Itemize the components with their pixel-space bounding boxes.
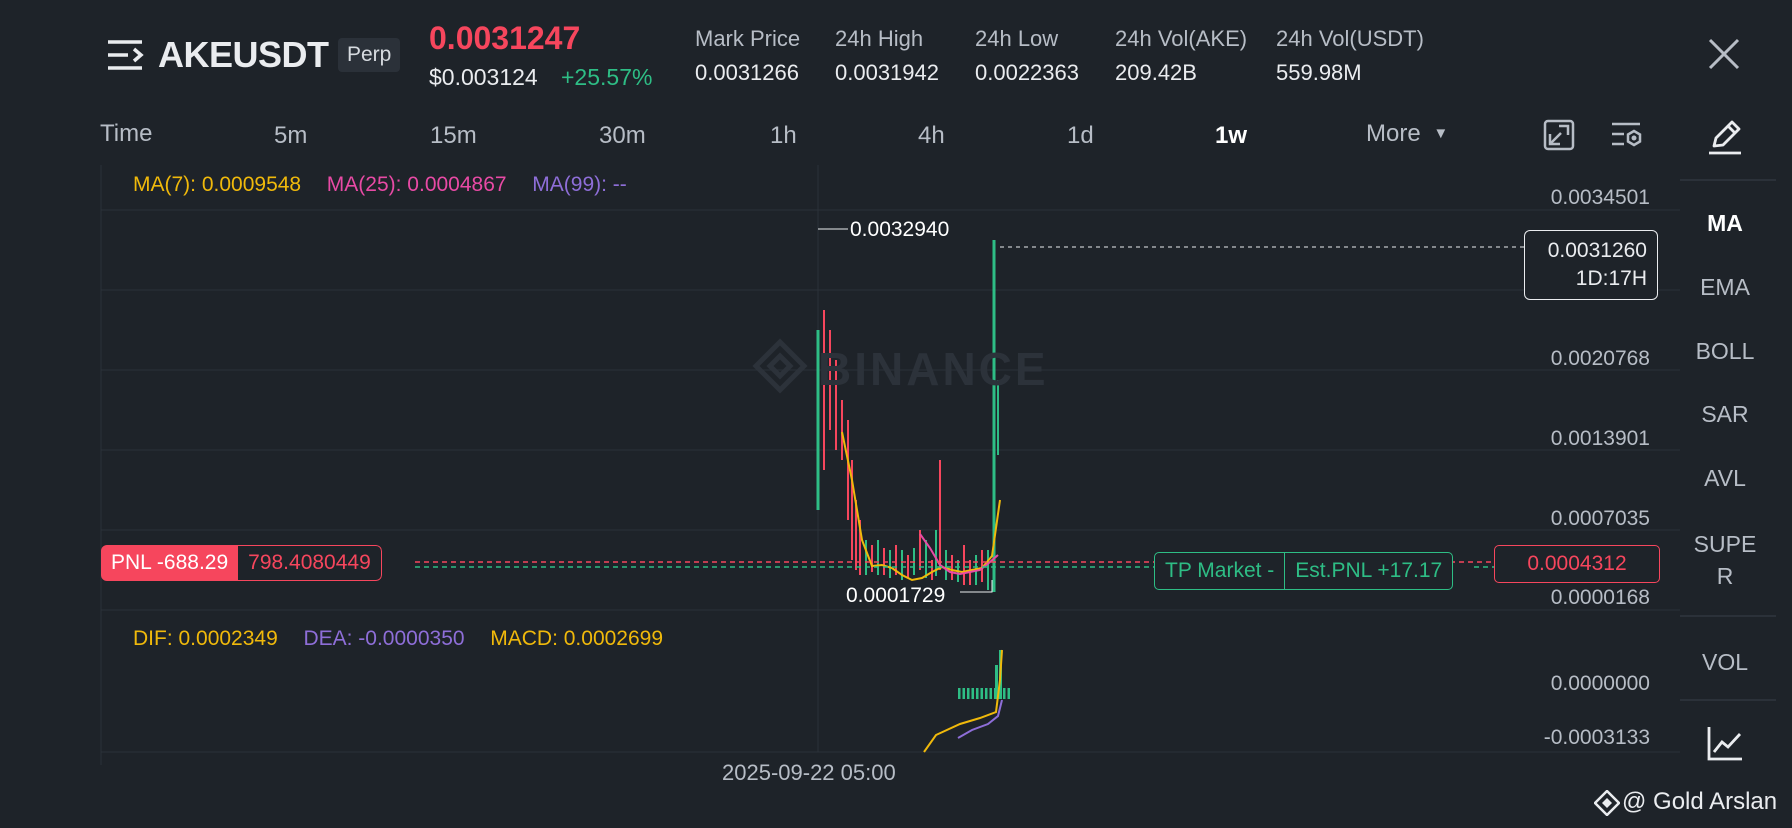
indicator-ema[interactable]: EMA bbox=[1680, 274, 1770, 301]
candle bbox=[945, 550, 947, 580]
tp-market-label: TP Market - bbox=[1165, 559, 1275, 582]
price-axis-label: 0.0007035 bbox=[1550, 507, 1650, 530]
watermark: BINANCE bbox=[818, 343, 1049, 395]
indicator-boll[interactable]: BOLL bbox=[1680, 338, 1770, 365]
ma7-legend: MA(7): 0.0009548 bbox=[133, 173, 302, 196]
macd-bar bbox=[967, 688, 970, 699]
candle bbox=[951, 555, 953, 580]
ma99-legend: MA(99): -- bbox=[532, 173, 627, 196]
candle bbox=[987, 550, 989, 590]
candlestick-chart[interactable] bbox=[0, 0, 1792, 828]
pnl-position-label[interactable]: PNL -688.29 798.4080449 bbox=[101, 545, 382, 581]
indicator-super[interactable]: SUPER bbox=[1690, 528, 1760, 592]
macd-pane bbox=[923, 649, 1010, 753]
macd-legend: DIF: 0.0002349 DEA: -0.0000350 MACD: 0.0… bbox=[133, 627, 663, 651]
candle bbox=[907, 555, 909, 578]
candle bbox=[963, 545, 965, 585]
indicator-vol[interactable]: VOL bbox=[1680, 649, 1770, 676]
est-pnl-label: Est.PNL +17.17 bbox=[1284, 553, 1452, 589]
pnl-value: PNL -688.29 bbox=[101, 545, 239, 581]
dea-legend: DEA: -0.0000350 bbox=[303, 627, 465, 650]
position-price-tag: 0.0004312 bbox=[1494, 545, 1660, 583]
candle bbox=[931, 560, 933, 580]
indicator-chart-icon[interactable] bbox=[1706, 724, 1744, 762]
indicator-ma[interactable]: MA bbox=[1680, 210, 1770, 237]
dif-legend: DIF: 0.0002349 bbox=[133, 627, 278, 650]
macd-bar bbox=[989, 688, 992, 699]
ma-legend: MA(7): 0.0009548 MA(25): 0.0004867 MA(99… bbox=[133, 173, 627, 197]
x-axis-date: 2025-09-22 05:00 bbox=[722, 760, 896, 785]
macd-bar bbox=[1003, 688, 1006, 699]
macd-bar bbox=[962, 688, 965, 699]
candle bbox=[877, 540, 879, 575]
mark-lines bbox=[415, 228, 1658, 593]
binance-square-icon bbox=[1593, 789, 1621, 817]
macd-bar bbox=[985, 688, 988, 699]
price-axis-label: 0.0000168 bbox=[1550, 586, 1650, 609]
candle bbox=[841, 400, 843, 460]
macd-bar bbox=[980, 688, 983, 699]
candle bbox=[871, 545, 873, 572]
high-marker: 0.0032940 bbox=[850, 218, 950, 241]
price-axis-label: 0.0013901 bbox=[1550, 427, 1650, 450]
low-marker: 0.0001729 bbox=[846, 584, 946, 607]
indicator-sar[interactable]: SAR bbox=[1680, 401, 1770, 428]
candle bbox=[925, 540, 927, 578]
current-price-value: 0.0031260 bbox=[1547, 239, 1647, 262]
binance-logo-icon bbox=[752, 338, 808, 394]
macd-axis-label: 0.0000000 bbox=[1550, 672, 1650, 695]
indicator-avl[interactable]: AVL bbox=[1680, 465, 1770, 492]
dif-line bbox=[923, 649, 1003, 753]
tp-order-label[interactable]: TP Market - Est.PNL +17.17 bbox=[1154, 552, 1454, 590]
macd-bar bbox=[1007, 688, 1010, 699]
candle bbox=[939, 460, 941, 570]
macd-axis-label: -0.0003133 bbox=[1543, 726, 1650, 749]
macd-bar bbox=[958, 688, 961, 699]
footer-credit: @ Gold Arslan bbox=[1622, 788, 1778, 815]
current-price-tag[interactable]: 0.0031260 1D:17H bbox=[1524, 230, 1658, 300]
macd-bar bbox=[976, 688, 979, 699]
candles bbox=[816, 240, 999, 592]
price-axis-label: 0.0034501 bbox=[1550, 186, 1650, 209]
macd-value-legend: MACD: 0.0002699 bbox=[490, 627, 664, 650]
macd-bar bbox=[971, 688, 974, 699]
entry-price: 798.4080449 bbox=[238, 545, 382, 581]
candle bbox=[865, 540, 867, 575]
candle bbox=[847, 420, 849, 520]
candle bbox=[889, 550, 891, 578]
candle-countdown: 1D:17H bbox=[1575, 267, 1647, 290]
ma25-legend: MA(25): 0.0004867 bbox=[326, 173, 507, 196]
price-axis-label: 0.0020768 bbox=[1550, 347, 1650, 370]
